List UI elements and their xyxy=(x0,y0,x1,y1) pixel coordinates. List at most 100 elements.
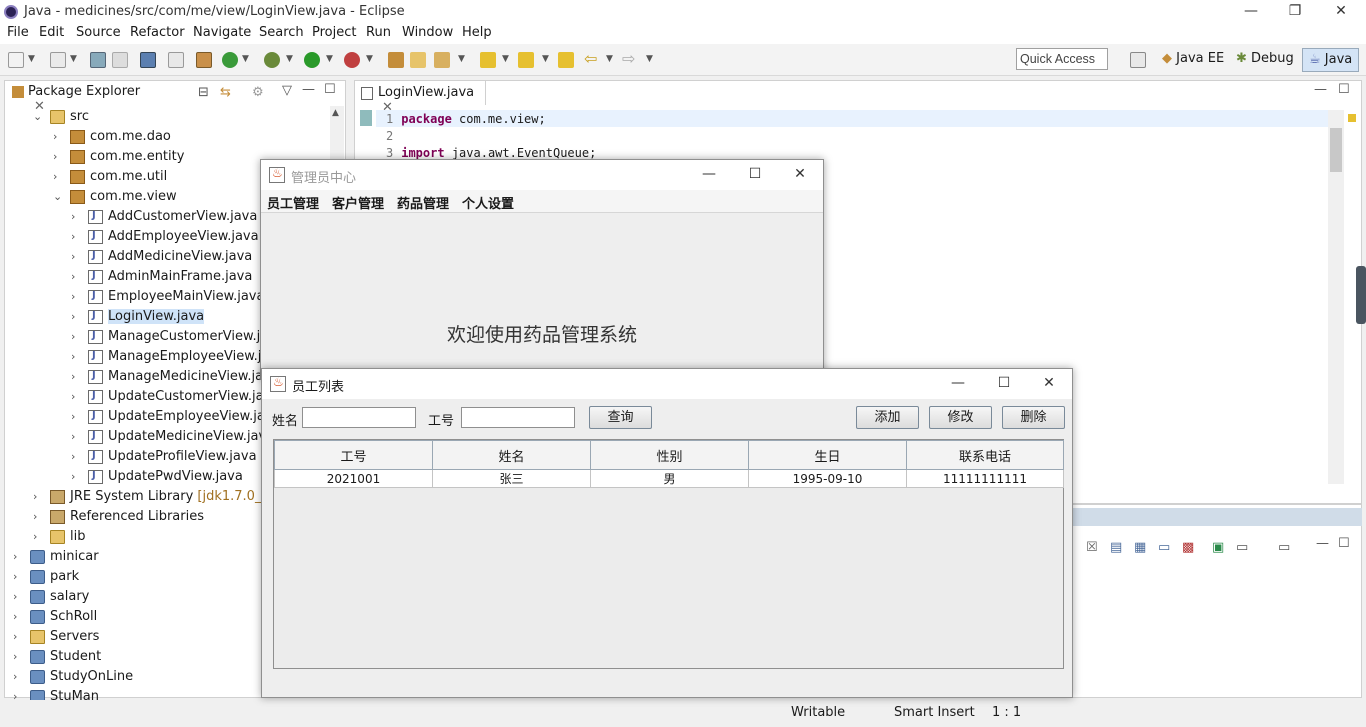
editor-scrollbar[interactable] xyxy=(1328,110,1344,484)
name-search-input[interactable] xyxy=(302,407,416,428)
collapsed-chevron-icon[interactable]: › xyxy=(71,310,75,323)
view-menu-icon[interactable]: ▽ xyxy=(282,83,292,98)
menu-source[interactable]: Source xyxy=(76,25,121,40)
collapsed-chevron-icon[interactable]: › xyxy=(13,610,17,623)
collapse-all-icon[interactable]: ⊟ xyxy=(198,85,209,100)
new-class-dropdown-icon[interactable]: ▼ xyxy=(242,54,249,64)
perspective-java-ee[interactable]: ◆ Java EE xyxy=(1162,51,1224,66)
run-dropdown-icon[interactable]: ▼ xyxy=(326,54,333,64)
menu-file[interactable]: File xyxy=(7,25,29,40)
run-icon[interactable] xyxy=(304,52,320,68)
collapsed-chevron-icon[interactable]: › xyxy=(71,410,75,423)
menu-medicine-management[interactable]: 药品管理 xyxy=(397,193,449,212)
tree-item[interactable]: › com.me.dao xyxy=(4,127,330,147)
collapsed-chevron-icon[interactable]: › xyxy=(71,430,75,443)
employee-maximize-icon[interactable]: ☐ xyxy=(986,372,1022,396)
column-header-birthday[interactable]: 生日 xyxy=(748,440,907,470)
collapsed-chevron-icon[interactable]: › xyxy=(71,270,75,283)
last-edit-icon[interactable] xyxy=(558,52,574,68)
forward-icon[interactable]: ⇨ xyxy=(622,51,638,68)
employee-minimize-icon[interactable]: — xyxy=(940,372,976,396)
clear-console-icon[interactable]: ☒ xyxy=(1086,540,1098,555)
maximize-editor-icon[interactable]: ☐ xyxy=(1338,82,1350,97)
perspective-debug[interactable]: ✱ Debug xyxy=(1236,51,1294,66)
save-icon[interactable] xyxy=(90,52,106,68)
new-class-icon[interactable] xyxy=(222,52,238,68)
menu-refactor[interactable]: Refactor xyxy=(130,25,185,40)
new-dropdown-icon[interactable]: ▼ xyxy=(28,54,35,64)
collapsed-chevron-icon[interactable]: › xyxy=(53,170,57,183)
next-annotation-icon[interactable] xyxy=(480,52,496,68)
employee-window-titlebar[interactable]: 员工列表 — ☐ ✕ xyxy=(262,369,1072,399)
perspective-java[interactable]: ☕ Java xyxy=(1302,48,1360,72)
focus-icon[interactable]: ⚙ xyxy=(252,85,264,100)
menu-project[interactable]: Project xyxy=(312,25,356,40)
admin-close-icon[interactable]: ✕ xyxy=(782,163,818,187)
query-button[interactable]: 查询 xyxy=(589,406,652,429)
collapsed-chevron-icon[interactable]: › xyxy=(71,210,75,223)
admin-window-titlebar[interactable]: 管理员中心 — ☐ ✕ xyxy=(261,160,823,190)
collapsed-chevron-icon[interactable]: › xyxy=(53,130,57,143)
admin-maximize-icon[interactable]: ☐ xyxy=(737,163,773,187)
open-type-icon[interactable] xyxy=(388,52,404,68)
id-search-input[interactable] xyxy=(461,407,575,428)
menu-customer-management[interactable]: 客户管理 xyxy=(332,193,384,212)
editor-tab-loginview[interactable]: LoginView.java ✕ xyxy=(356,81,486,115)
new-console-icon[interactable]: ▭ xyxy=(1236,540,1248,555)
code-line[interactable]: 1 package com.me.view; xyxy=(386,112,546,126)
quick-access-input[interactable] xyxy=(1016,48,1108,70)
collapsed-chevron-icon[interactable]: › xyxy=(71,230,75,243)
remove-launch-icon[interactable]: ▩ xyxy=(1182,540,1194,555)
forward-dropdown-icon[interactable]: ▼ xyxy=(646,54,653,64)
cell-id[interactable]: 2021001 xyxy=(274,469,433,488)
cell-birthday[interactable]: 1995-09-10 xyxy=(748,469,907,488)
scroll-lock-icon[interactable]: ▤ xyxy=(1110,540,1122,555)
minimize-editor-icon[interactable]: — xyxy=(1314,82,1327,97)
collapsed-chevron-icon[interactable]: › xyxy=(13,630,17,643)
collapsed-chevron-icon[interactable]: › xyxy=(71,370,75,383)
collapsed-chevron-icon[interactable]: › xyxy=(13,550,17,563)
side-trim-handle[interactable] xyxy=(1356,266,1366,324)
maximize-panel-icon[interactable]: ☐ xyxy=(1338,536,1350,551)
column-header-phone[interactable]: 联系电话 xyxy=(906,440,1064,470)
display-console-icon[interactable]: ▭ xyxy=(1158,540,1170,555)
collapsed-chevron-icon[interactable]: › xyxy=(71,250,75,263)
collapsed-chevron-icon[interactable]: › xyxy=(71,470,75,483)
column-header-name[interactable]: 姓名 xyxy=(432,440,591,470)
column-header-gender[interactable]: 性别 xyxy=(590,440,749,470)
collapsed-chevron-icon[interactable]: › xyxy=(71,390,75,403)
collapsed-chevron-icon[interactable]: › xyxy=(13,590,17,603)
save-all-icon[interactable] xyxy=(112,52,128,68)
menu-search[interactable]: Search xyxy=(259,25,304,40)
prev-annotation-dropdown-icon[interactable]: ▼ xyxy=(542,54,549,64)
scroll-up-icon[interactable]: ▲ xyxy=(332,108,339,118)
expanded-chevron-icon[interactable]: ⌄ xyxy=(33,110,42,123)
search-tool-icon[interactable] xyxy=(434,52,450,68)
package-explorer-tab[interactable]: Package Explorer ✕ xyxy=(6,81,156,114)
open-console-icon[interactable]: ▣ xyxy=(1212,540,1224,555)
console-icon[interactable] xyxy=(140,52,156,68)
collapsed-chevron-icon[interactable]: › xyxy=(13,570,17,583)
new-file-dropdown-icon[interactable]: ▼ xyxy=(70,54,77,64)
new-package-icon[interactable] xyxy=(196,52,212,68)
cell-gender[interactable]: 男 xyxy=(590,469,749,488)
code-line[interactable]: 3 import java.awt.EventQueue; xyxy=(386,146,596,160)
next-annotation-dropdown-icon[interactable]: ▼ xyxy=(502,54,509,64)
collapsed-chevron-icon[interactable]: › xyxy=(13,670,17,683)
menu-help[interactable]: Help xyxy=(462,25,492,40)
new-file-icon[interactable] xyxy=(50,52,66,68)
menu-run[interactable]: Run xyxy=(366,25,391,40)
minimize-panel-icon[interactable]: — xyxy=(1316,536,1329,551)
collapsed-chevron-icon[interactable]: › xyxy=(71,290,75,303)
back-icon[interactable]: ⇦ xyxy=(584,51,600,68)
link-editor-icon[interactable]: ⇆ xyxy=(220,85,231,100)
debug-dropdown-icon[interactable]: ▼ xyxy=(286,54,293,64)
minimize-view-icon[interactable]: — xyxy=(302,82,315,97)
collapsed-chevron-icon[interactable]: › xyxy=(53,150,57,163)
menu-edit[interactable]: Edit xyxy=(39,25,64,40)
console-view-menu-icon[interactable]: ▭ xyxy=(1278,540,1290,555)
edit-button[interactable]: 修改 xyxy=(929,406,992,429)
new-icon[interactable] xyxy=(8,52,24,68)
search-dropdown-icon[interactable]: ▼ xyxy=(458,54,465,64)
maximize-icon[interactable]: ❐ xyxy=(1272,0,1318,24)
